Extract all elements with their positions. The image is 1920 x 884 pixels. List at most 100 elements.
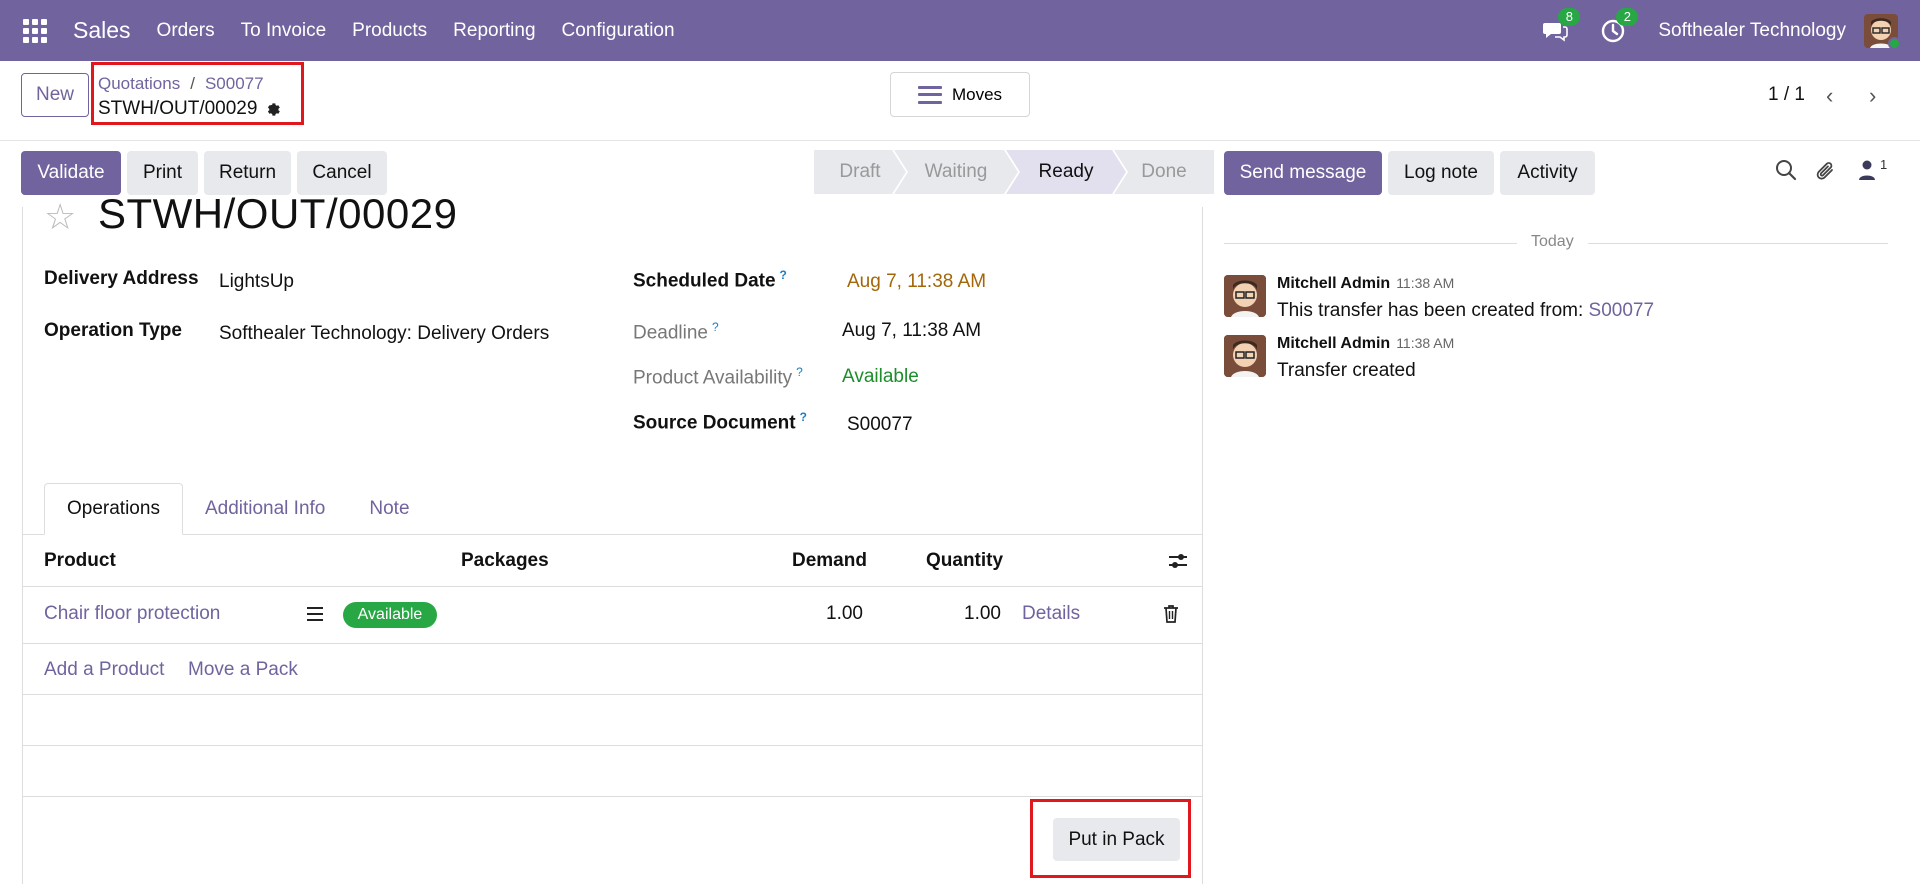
breadcrumb-quotations[interactable]: Quotations <box>98 74 180 93</box>
table-header-divider <box>22 586 1203 587</box>
author-avatar[interactable] <box>1224 335 1266 377</box>
row-details-link[interactable]: Details <box>1022 603 1080 625</box>
row-demand[interactable]: 1.00 <box>826 603 863 625</box>
log-note-button[interactable]: Log note <box>1388 151 1494 195</box>
row-quantity[interactable]: 1.00 <box>964 603 1001 625</box>
message-author[interactable]: Mitchell Admin 11:38 AM <box>1277 275 1454 293</box>
search-icon[interactable] <box>1775 159 1797 181</box>
column-packages[interactable]: Packages <box>461 550 549 572</box>
message-body: This transfer has been created from: S00… <box>1277 300 1655 321</box>
message-time: 11:38 AM <box>1396 275 1455 291</box>
tab-note[interactable]: Note <box>347 483 431 535</box>
activities-button[interactable]: 2 <box>1600 7 1639 44</box>
followers-icon[interactable] <box>1858 159 1876 181</box>
pager-value[interactable]: 1 / 1 <box>1768 84 1805 106</box>
return-button[interactable]: Return <box>204 151 291 195</box>
row-divider <box>22 745 1203 746</box>
cancel-button[interactable]: Cancel <box>297 151 387 195</box>
author-avatar[interactable] <box>1224 275 1266 317</box>
pager-next-icon[interactable]: › <box>1869 83 1876 109</box>
notebook-tabs: Operations Additional Info Note <box>44 483 432 535</box>
moves-smart-button[interactable]: Moves <box>890 72 1030 117</box>
messages-count-badge: 8 <box>1558 7 1581 26</box>
status-badge: Available <box>343 602 437 628</box>
column-settings-icon[interactable] <box>1168 552 1188 570</box>
status-bar: Draft Waiting Ready Done <box>814 150 1214 194</box>
menu-to-invoice[interactable]: To Invoice <box>241 20 327 42</box>
print-button[interactable]: Print <box>127 151 198 195</box>
stage-done[interactable]: Done <box>1114 150 1214 194</box>
menu-lines-icon[interactable] <box>307 607 323 621</box>
company-switcher[interactable]: Softhealer Technology <box>1658 20 1846 42</box>
breadcrumb-order[interactable]: S00077 <box>205 74 264 93</box>
message-time: 11:38 AM <box>1396 335 1455 351</box>
avatar-image <box>1224 275 1266 317</box>
operation-type-value[interactable]: Softhealer Technology: Delivery Orders <box>219 323 549 345</box>
menu-orders[interactable]: Orders <box>157 20 215 42</box>
moves-label: Moves <box>951 84 1003 104</box>
column-product[interactable]: Product <box>44 550 116 572</box>
deadline-value: Aug 7, 11:38 AM <box>842 320 982 341</box>
message-author[interactable]: Mitchell Admin 11:38 AM <box>1277 335 1454 353</box>
pager-previous-icon[interactable]: ‹ <box>1826 83 1833 109</box>
send-message-button[interactable]: Send message <box>1224 151 1382 195</box>
help-tooltip-icon[interactable]: ? <box>800 410 807 424</box>
chatter-date-label: Today <box>1517 233 1588 251</box>
availability-label: Product Availability? <box>633 365 803 389</box>
row-divider <box>22 643 1203 644</box>
validate-button[interactable]: Validate <box>21 151 121 195</box>
delivery-address-label: Delivery Address <box>44 268 199 289</box>
stage-ready[interactable]: Ready <box>1006 150 1126 194</box>
online-status-dot <box>1888 36 1901 50</box>
add-product-link[interactable]: Add a Product <box>44 659 164 681</box>
column-demand[interactable]: Demand <box>792 550 867 572</box>
source-document-value[interactable]: S00077 <box>847 414 913 436</box>
activities-count-badge: 2 <box>1616 7 1639 26</box>
control-panel: New Quotations / S00077 STWH/OUT/00029 Mov… <box>0 61 1920 141</box>
activity-button[interactable]: Activity <box>1500 151 1595 195</box>
put-in-pack-button[interactable]: Put in Pack <box>1053 818 1180 861</box>
row-product[interactable]: Chair floor protection <box>44 603 220 625</box>
trash-icon[interactable] <box>1163 604 1179 623</box>
menu-configuration[interactable]: Configuration <box>562 20 675 42</box>
help-tooltip-icon[interactable]: ? <box>780 268 787 282</box>
list-icon <box>917 85 942 104</box>
new-button[interactable]: New <box>21 73 89 117</box>
followers-count: 1 <box>1880 157 1888 172</box>
app-name[interactable]: Sales <box>73 17 131 44</box>
avatar-image <box>1224 335 1266 377</box>
row-divider <box>22 796 1203 797</box>
menu-reporting[interactable]: Reporting <box>453 20 535 42</box>
help-tooltip-icon[interactable]: ? <box>712 320 719 334</box>
apps-grid-icon[interactable] <box>23 18 47 43</box>
breadcrumb: Quotations / S00077 <box>98 74 264 93</box>
stage-draft[interactable]: Draft <box>814 150 906 194</box>
form-sheet <box>22 207 1203 884</box>
gear-icon[interactable] <box>265 101 282 118</box>
tab-operations[interactable]: Operations <box>44 483 183 535</box>
source-document-label: Source Document? <box>633 410 807 434</box>
tab-additional-info[interactable]: Additional Info <box>183 483 347 535</box>
current-record: STWH/OUT/00029 <box>98 98 282 120</box>
column-quantity[interactable]: Quantity <box>926 550 1003 572</box>
user-avatar[interactable] <box>1864 13 1901 50</box>
availability-value: Available <box>842 366 919 387</box>
scheduled-date-label: Scheduled Date? <box>633 268 787 292</box>
move-pack-link[interactable]: Move a Pack <box>188 659 298 681</box>
paperclip-icon[interactable] <box>1815 159 1837 183</box>
row-divider <box>22 694 1203 695</box>
messages-button[interactable]: 8 <box>1542 7 1581 44</box>
source-order-link[interactable]: S00077 <box>1589 300 1655 321</box>
delivery-address-value[interactable]: LightsUp <box>219 271 294 293</box>
operation-type-label: Operation Type <box>44 320 182 341</box>
deadline-label: Deadline? <box>633 320 719 344</box>
scheduled-date-value[interactable]: Aug 7, 11:38 AM <box>847 271 986 293</box>
menu-products[interactable]: Products <box>352 20 427 42</box>
record-name: STWH/OUT/00029 <box>98 98 258 119</box>
priority-star-icon[interactable]: ☆ <box>44 196 76 238</box>
top-navbar: Sales Orders To Invoice Products Reporti… <box>0 0 1920 61</box>
stage-waiting[interactable]: Waiting <box>894 150 1018 194</box>
help-tooltip-icon[interactable]: ? <box>796 365 803 379</box>
message-body: Transfer created <box>1277 360 1416 381</box>
breadcrumb-highlight: Quotations / S00077 STWH/OUT/00029 <box>91 62 304 125</box>
